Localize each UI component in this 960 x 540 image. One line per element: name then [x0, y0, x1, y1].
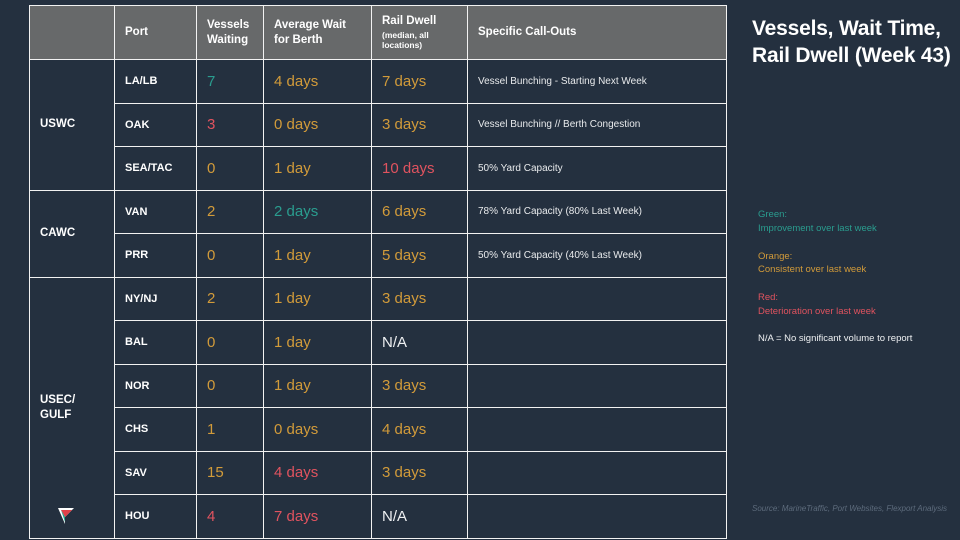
- cell-rail-dwell: 3 days: [371, 102, 468, 147]
- cell-average-wait: 1 day: [263, 363, 372, 408]
- cell-vessels-waiting: 2: [196, 276, 264, 321]
- cell-average-wait: 7 days: [263, 494, 372, 539]
- table-row: CHS 1 0 days 4 days: [30, 407, 727, 452]
- cell-vessels-waiting: 0: [196, 233, 264, 278]
- cell-callout: Vessel Bunching - Starting Next Week: [467, 59, 727, 104]
- cell-port: OAK: [114, 102, 197, 147]
- cell-vessels-waiting: 3: [196, 102, 264, 147]
- table-row: SAV 15 4 days 3 days: [30, 450, 727, 495]
- cell-rail-dwell: 3 days: [371, 363, 468, 408]
- cell-average-wait: 0 days: [263, 407, 372, 452]
- side-panel: Vessels, Wait Time, Rail Dwell (Week 43)…: [752, 0, 960, 540]
- cell-port: NY/NJ: [114, 276, 197, 321]
- column-header-rail-dwell-sub: (median, all locations): [382, 29, 429, 51]
- cell-vessels-waiting: 1: [196, 407, 264, 452]
- table-header: Port Vessels Waiting Average Wait for Be…: [29, 5, 727, 60]
- table-row: BAL 0 1 day N/A: [30, 320, 727, 365]
- cell-average-wait: 0 days: [263, 102, 372, 147]
- table-row: NOR 0 1 day 3 days: [30, 363, 727, 408]
- slide-root: Port Vessels Waiting Average Wait for Be…: [0, 0, 960, 540]
- cell-rail-dwell: N/A: [371, 494, 468, 539]
- cell-vessels-waiting: 0: [196, 320, 264, 365]
- cell-callout: [467, 450, 727, 495]
- legend-item-description: Consistent over last week: [758, 264, 867, 276]
- table-row: PRR 0 1 day 5 days 50% Yard Capacity (40% La…: [30, 233, 727, 278]
- column-header-rail-dwell-main: Rail Dwell: [382, 15, 437, 28]
- cell-rail-dwell: 3 days: [371, 450, 468, 495]
- row-group-label: USWC: [29, 59, 115, 191]
- cell-rail-dwell: 4 days: [371, 407, 468, 452]
- port-metrics-table-container: Port Vessels Waiting Average Wait for Be…: [29, 5, 727, 539]
- cell-callout: 78% Yard Capacity (80% Last Week): [467, 189, 727, 234]
- table-row: OAK 3 0 days 3 days Vessel Bunching // Berth…: [30, 102, 727, 147]
- cell-port: NOR: [114, 363, 197, 408]
- row-group-label: USEC/GULF: [29, 276, 115, 539]
- cell-rail-dwell: 3 days: [371, 276, 468, 321]
- cell-port: PRR: [114, 233, 197, 278]
- cell-rail-dwell: 6 days: [371, 189, 468, 234]
- legend-item-description: Improvement over last week: [758, 222, 877, 234]
- cell-rail-dwell: 10 days: [371, 146, 468, 191]
- column-header-callouts: Specific Call-Outs: [467, 5, 727, 60]
- column-header-group: [29, 5, 115, 60]
- cell-port: LA/LB: [114, 59, 197, 104]
- column-header-port: Port: [114, 5, 197, 60]
- cell-vessels-waiting: 0: [196, 363, 264, 408]
- page-title: Vessels, Wait Time, Rail Dwell (Week 43): [752, 17, 951, 67]
- column-header-average-wait: Average Wait for Berth: [263, 5, 372, 60]
- table-row: CAWC VAN 2 2 days 6 days 78% Yard Capacity (8…: [29, 189, 727, 278]
- cell-average-wait: 1 day: [263, 276, 372, 321]
- column-header-vessels-waiting: Vessels Waiting: [196, 5, 264, 60]
- cell-average-wait: 1 day: [263, 146, 372, 191]
- cell-vessels-waiting: 0: [196, 146, 264, 191]
- table-row: SEA/TAC 0 1 day 10 days 50% Yard Capacity: [30, 146, 727, 191]
- table-row: USWC LA/LB 7 4 days 7 days Vessel Bunching - …: [29, 59, 727, 191]
- cell-port: CHS: [114, 407, 197, 452]
- cell-callout: [467, 276, 727, 321]
- legend-na-note: N/A = No significant volume to report: [758, 332, 913, 344]
- cell-port: SAV: [114, 450, 197, 495]
- cell-vessels-waiting: 4: [196, 494, 264, 539]
- cell-rail-dwell: N/A: [371, 320, 468, 365]
- legend-item: Green: Improvement over last week: [758, 208, 958, 236]
- cell-callout: Vessel Bunching // Berth Congestion: [467, 102, 727, 147]
- legend-item-description: Deterioration over last week: [758, 305, 876, 317]
- row-group-label: CAWC: [29, 189, 115, 278]
- cell-callout: 50% Yard Capacity: [467, 146, 727, 191]
- cell-port: BAL: [114, 320, 197, 365]
- cell-average-wait: 2 days: [263, 189, 372, 234]
- legend-item: Red: Deterioration over last week: [758, 291, 958, 319]
- cell-port: SEA/TAC: [114, 146, 197, 191]
- cell-rail-dwell: 7 days: [371, 59, 468, 104]
- table-header-row: Port Vessels Waiting Average Wait for Be…: [29, 5, 727, 60]
- cell-callout: [467, 494, 727, 539]
- source-note: Source: MarineTraffic, Port Websites, Fl…: [752, 504, 948, 513]
- cell-rail-dwell: 5 days: [371, 233, 468, 278]
- table-row: HOU 4 7 days N/A: [30, 494, 727, 539]
- cell-port: VAN: [114, 189, 197, 234]
- cell-average-wait: 1 day: [263, 233, 372, 278]
- table-body: USWC LA/LB 7 4 days 7 days Vessel Bunching - …: [29, 59, 727, 539]
- port-metrics-table: Port Vessels Waiting Average Wait for Be…: [29, 5, 727, 539]
- legend-item-label: Red:: [758, 292, 779, 304]
- column-header-rail-dwell: Rail Dwell (median, all locations): [371, 5, 468, 60]
- cell-callout: [467, 407, 727, 452]
- legend: Green: Improvement over last week Orange: C…: [758, 208, 958, 344]
- cell-callout: [467, 363, 727, 408]
- flexport-logo-icon: [58, 507, 74, 524]
- cell-average-wait: 4 days: [263, 450, 372, 495]
- cell-vessels-waiting: 15: [196, 450, 264, 495]
- legend-item-label: Orange:: [758, 250, 793, 262]
- cell-vessels-waiting: 7: [196, 59, 264, 104]
- cell-callout: [467, 320, 727, 365]
- legend-item: Orange: Consistent over last week: [758, 250, 958, 278]
- cell-vessels-waiting: 2: [196, 189, 264, 234]
- legend-item-label: Green:: [758, 209, 788, 220]
- cell-average-wait: 4 days: [263, 59, 372, 104]
- cell-callout: 50% Yard Capacity (40% Last Week): [467, 233, 727, 278]
- cell-port: HOU: [114, 494, 197, 539]
- table-row: USEC/GULF NY/NJ 2 1 day 3 days: [29, 276, 727, 539]
- cell-average-wait: 1 day: [263, 320, 372, 365]
